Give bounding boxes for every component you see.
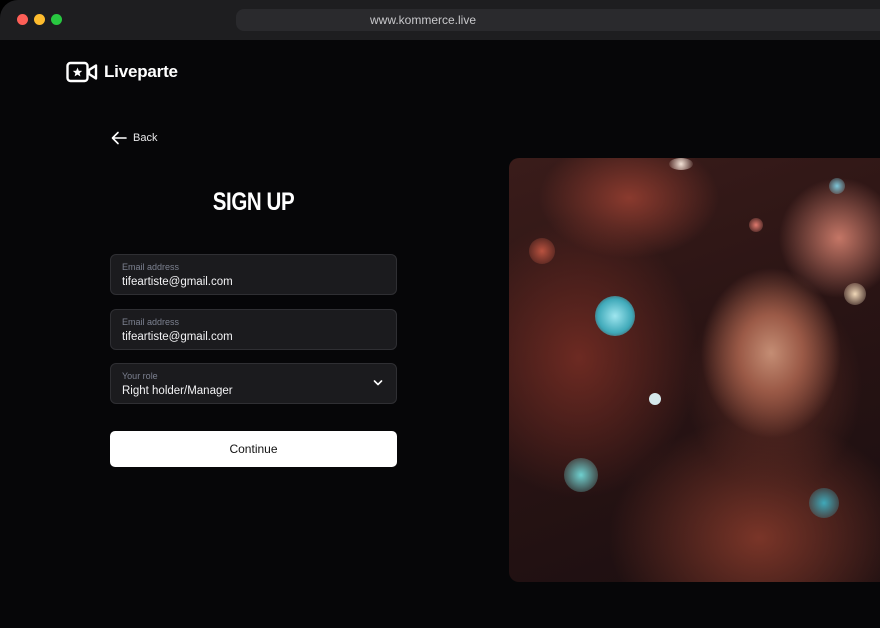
browser-window: www.kommerce.live Liveparte Back SIGN UP…	[0, 0, 880, 628]
brand-name: Liveparte	[104, 62, 178, 81]
video-camera-star-icon	[66, 61, 98, 83]
confirm-email-field-value: tifeartiste@gmail.com	[122, 331, 233, 343]
role-select-value: Right holder/Manager	[122, 385, 233, 397]
browser-titlebar: www.kommerce.live	[0, 0, 880, 40]
back-label: Back	[133, 132, 158, 144]
confirm-email-field-label: Email address	[122, 317, 180, 327]
email-field-value: tifeartiste@gmail.com	[122, 276, 233, 288]
arrow-left-icon	[111, 131, 127, 145]
back-link[interactable]: Back	[111, 131, 157, 145]
brand-logo[interactable]: Liveparte	[66, 61, 178, 83]
email-field-label: Email address	[122, 262, 180, 272]
chevron-down-icon[interactable]	[373, 379, 383, 387]
role-select-label: Your role	[122, 371, 158, 381]
page-title: SIGN UP	[212, 188, 295, 216]
confirm-email-field[interactable]: Email address tifeartiste@gmail.com	[110, 309, 397, 350]
email-field[interactable]: Email address tifeartiste@gmail.com	[110, 254, 397, 295]
hero-photo	[509, 158, 880, 582]
page-content: Liveparte Back SIGN UP Email address tif…	[0, 40, 880, 628]
role-select[interactable]: Your role Right holder/Manager	[110, 363, 397, 404]
continue-button[interactable]: Continue	[110, 431, 397, 467]
address-bar-url: www.kommerce.live	[369, 13, 477, 27]
